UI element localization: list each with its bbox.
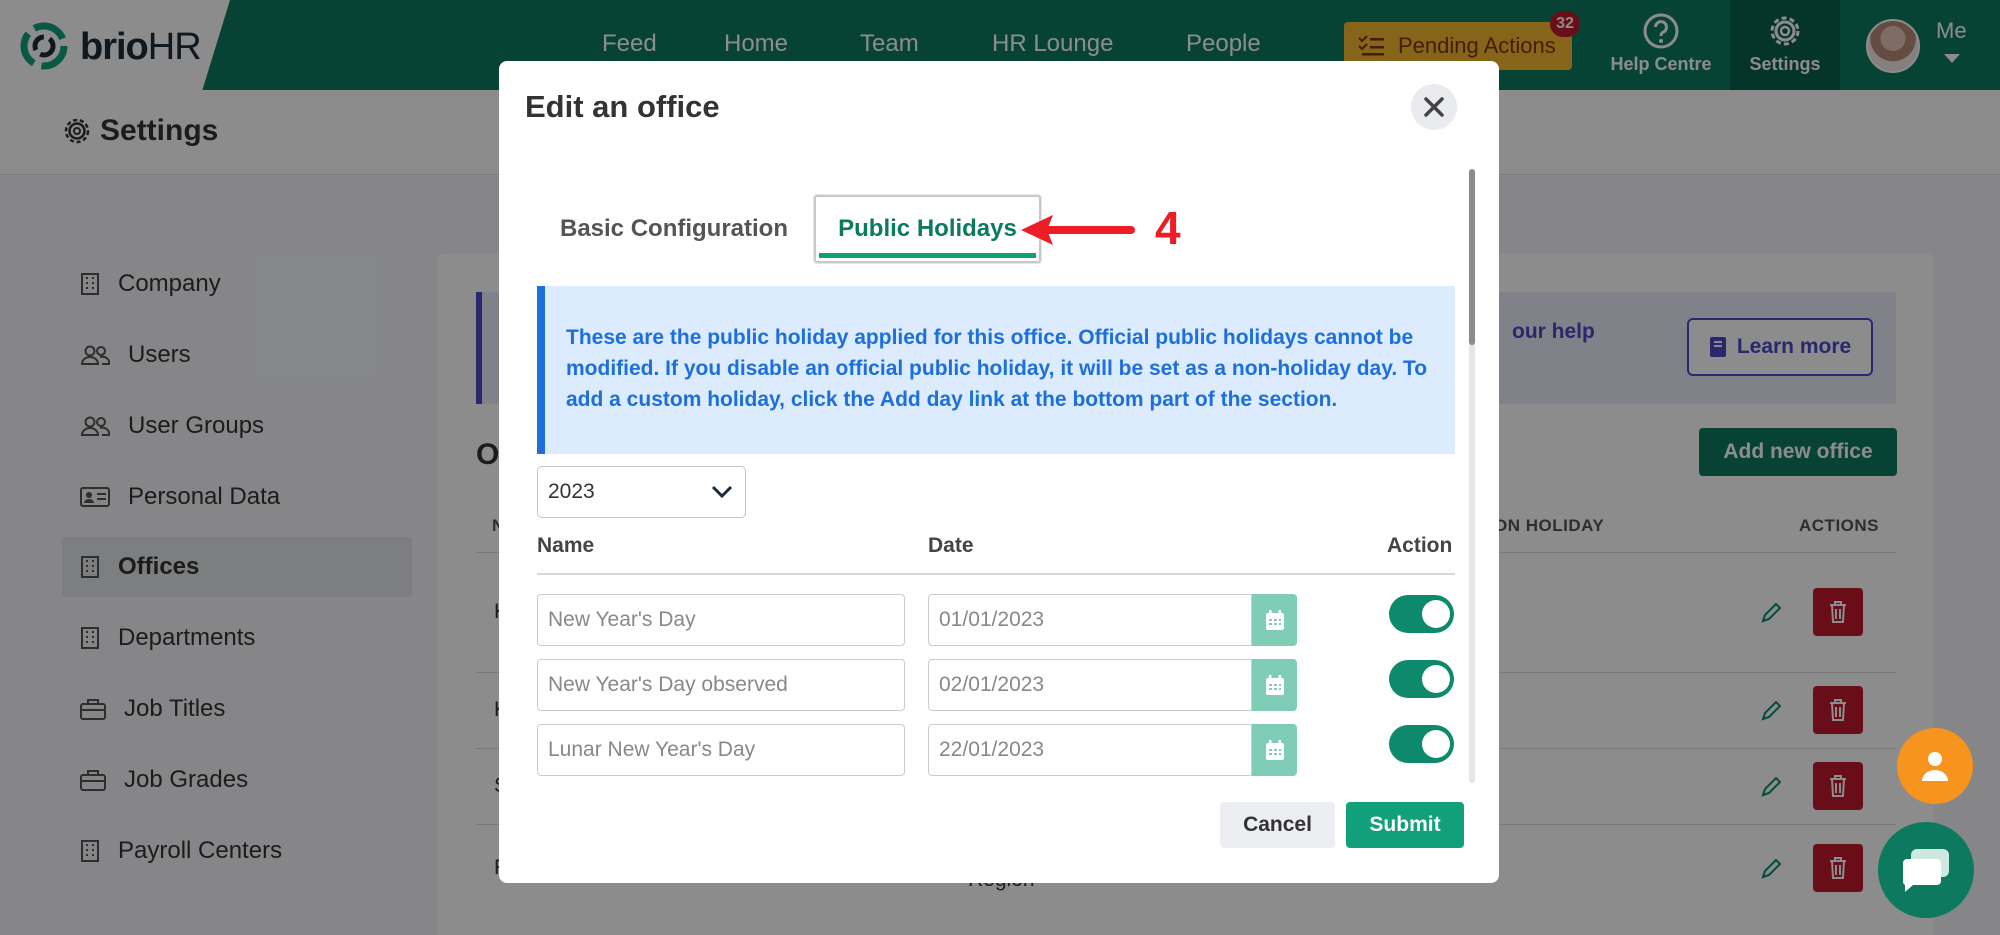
notice-text: These are the public holiday applied for… — [566, 326, 1428, 411]
modal-title: Edit an office — [525, 89, 720, 124]
calendar-button[interactable] — [1252, 659, 1297, 711]
cancel-button[interactable]: Cancel — [1220, 802, 1335, 848]
toggle-knob — [1422, 600, 1450, 628]
year-select-value: 2023 — [548, 480, 595, 503]
year-select[interactable]: 2023 — [537, 466, 746, 518]
tab-public-holidays[interactable]: Public Holidays — [814, 195, 1041, 263]
chat-button[interactable] — [1878, 822, 1974, 918]
calendar-icon — [1265, 610, 1284, 630]
annotation-step-number: 4 — [1155, 202, 1181, 254]
close-icon — [1424, 97, 1444, 117]
holiday-enabled-toggle[interactable] — [1389, 660, 1454, 698]
public-holiday-notice: These are the public holiday applied for… — [537, 286, 1455, 454]
column-header-date: Date — [928, 534, 974, 557]
tab-basic-configuration[interactable]: Basic Configuration — [537, 195, 811, 263]
holiday-date-input[interactable]: 02/01/2023 — [928, 659, 1252, 711]
submit-button[interactable]: Submit — [1346, 802, 1464, 848]
modal-scrollbar-thumb[interactable] — [1469, 169, 1475, 345]
chat-icon — [1902, 849, 1949, 892]
edit-office-modal: Edit an office Basic Configuration Publi… — [499, 61, 1499, 883]
divider — [537, 573, 1455, 575]
holiday-name-input[interactable]: New Year's Day — [537, 594, 905, 646]
holiday-name-input[interactable]: Lunar New Year's Day — [537, 724, 905, 776]
holiday-date-input[interactable]: 01/01/2023 — [928, 594, 1252, 646]
toggle-knob — [1422, 665, 1450, 693]
support-user-button[interactable] — [1897, 728, 1973, 804]
toggle-knob — [1422, 730, 1450, 758]
chevron-down-icon — [711, 485, 733, 499]
active-tab-indicator — [819, 253, 1036, 258]
calendar-button[interactable] — [1252, 724, 1297, 776]
calendar-icon — [1265, 675, 1284, 695]
calendar-button[interactable] — [1252, 594, 1297, 646]
calendar-icon — [1265, 740, 1284, 760]
close-button[interactable] — [1411, 84, 1457, 130]
annotation-arrow-icon — [1021, 215, 1135, 245]
user-icon — [1922, 752, 1948, 781]
column-header-action: Action — [1387, 534, 1453, 557]
column-header-name: Name — [537, 534, 595, 557]
holiday-enabled-toggle[interactable] — [1389, 725, 1454, 763]
holiday-name-input[interactable]: New Year's Day observed — [537, 659, 905, 711]
holiday-date-input[interactable]: 22/01/2023 — [928, 724, 1252, 776]
holiday-enabled-toggle[interactable] — [1389, 595, 1454, 633]
